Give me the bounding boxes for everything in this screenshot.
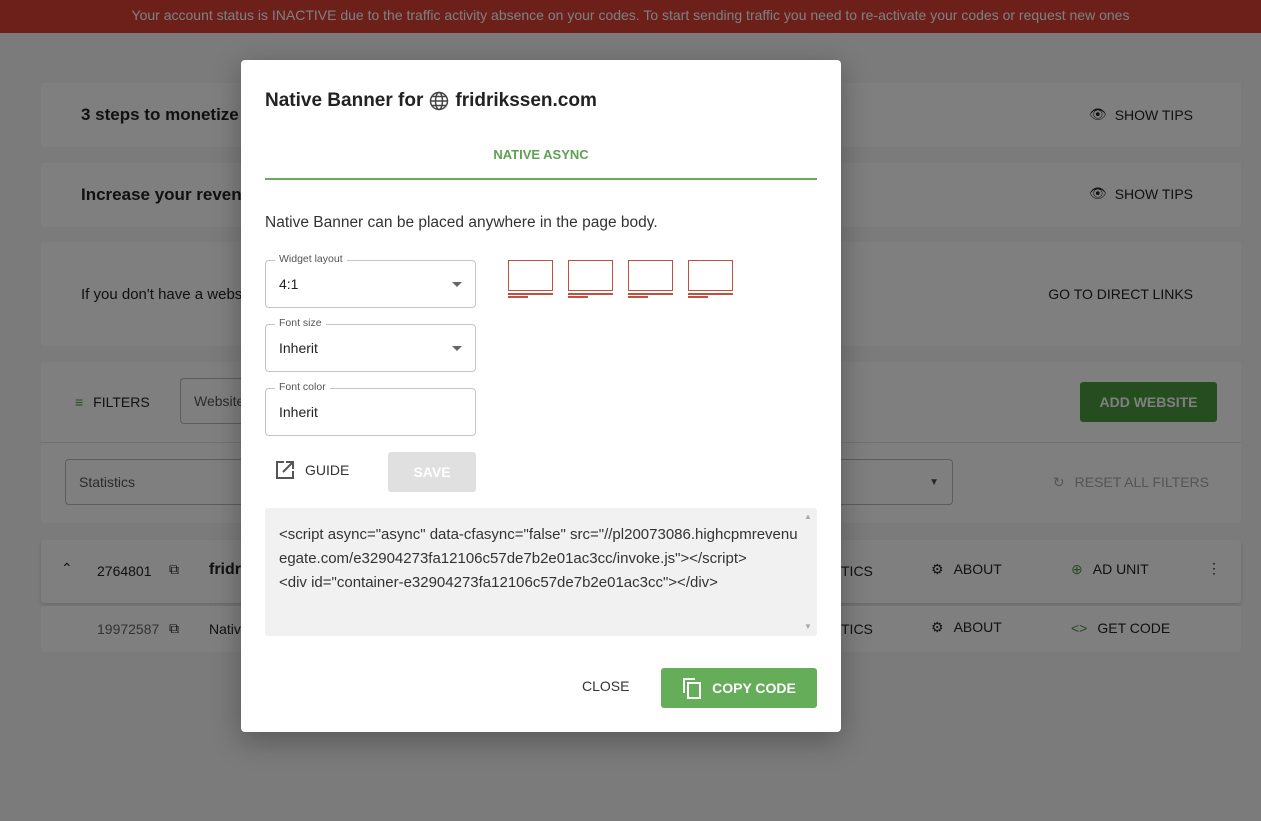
copy-code-label: COPY CODE bbox=[712, 680, 796, 696]
scroll-up-arrow[interactable]: ▲ bbox=[804, 512, 812, 521]
native-banner-dialog: Native Banner for fridrikssen.com NATIVE… bbox=[241, 60, 841, 732]
widget-layout-value: 4:1 bbox=[279, 276, 299, 292]
close-button[interactable]: CLOSE bbox=[582, 678, 629, 694]
guide-label: GUIDE bbox=[305, 462, 350, 478]
copy-icon bbox=[683, 678, 702, 699]
font-color-label: Font color bbox=[275, 381, 330, 393]
caret-down-icon bbox=[452, 282, 462, 287]
code-textarea[interactable]: <script async="async" data-cfasync="fals… bbox=[265, 508, 817, 636]
tab-native-async[interactable]: NATIVE ASYNC bbox=[265, 134, 817, 180]
layout-preview-icon bbox=[508, 260, 553, 298]
save-button[interactable]: SAVE bbox=[388, 452, 476, 492]
embed-code: <script async="async" data-cfasync="fals… bbox=[279, 526, 798, 591]
caret-down-icon bbox=[452, 346, 462, 351]
guide-link[interactable]: GUIDE bbox=[275, 460, 349, 480]
layout-preview-icon bbox=[688, 260, 733, 298]
widget-layout-select[interactable]: Widget layout 4:1 bbox=[265, 253, 476, 308]
layout-preview-icon bbox=[628, 260, 673, 298]
font-size-value: Inherit bbox=[279, 340, 318, 356]
layout-preview-icon bbox=[568, 260, 613, 298]
font-color-input[interactable]: Font color Inherit bbox=[265, 381, 476, 436]
globe-icon bbox=[430, 91, 449, 111]
external-link-icon bbox=[276, 461, 294, 479]
font-size-label: Font size bbox=[275, 317, 326, 329]
font-size-select[interactable]: Font size Inherit bbox=[265, 317, 476, 372]
scroll-down-arrow[interactable]: ▼ bbox=[804, 622, 812, 631]
copy-code-button[interactable]: COPY CODE bbox=[661, 668, 817, 708]
font-color-value: Inherit bbox=[279, 404, 318, 420]
dialog-title-text: Native Banner for bbox=[265, 90, 424, 111]
dialog-description: Native Banner can be placed anywhere in … bbox=[265, 214, 658, 231]
dialog-title: Native Banner for fridrikssen.com bbox=[265, 90, 597, 112]
widget-layout-label: Widget layout bbox=[275, 253, 347, 265]
dialog-domain: fridrikssen.com bbox=[455, 90, 597, 111]
